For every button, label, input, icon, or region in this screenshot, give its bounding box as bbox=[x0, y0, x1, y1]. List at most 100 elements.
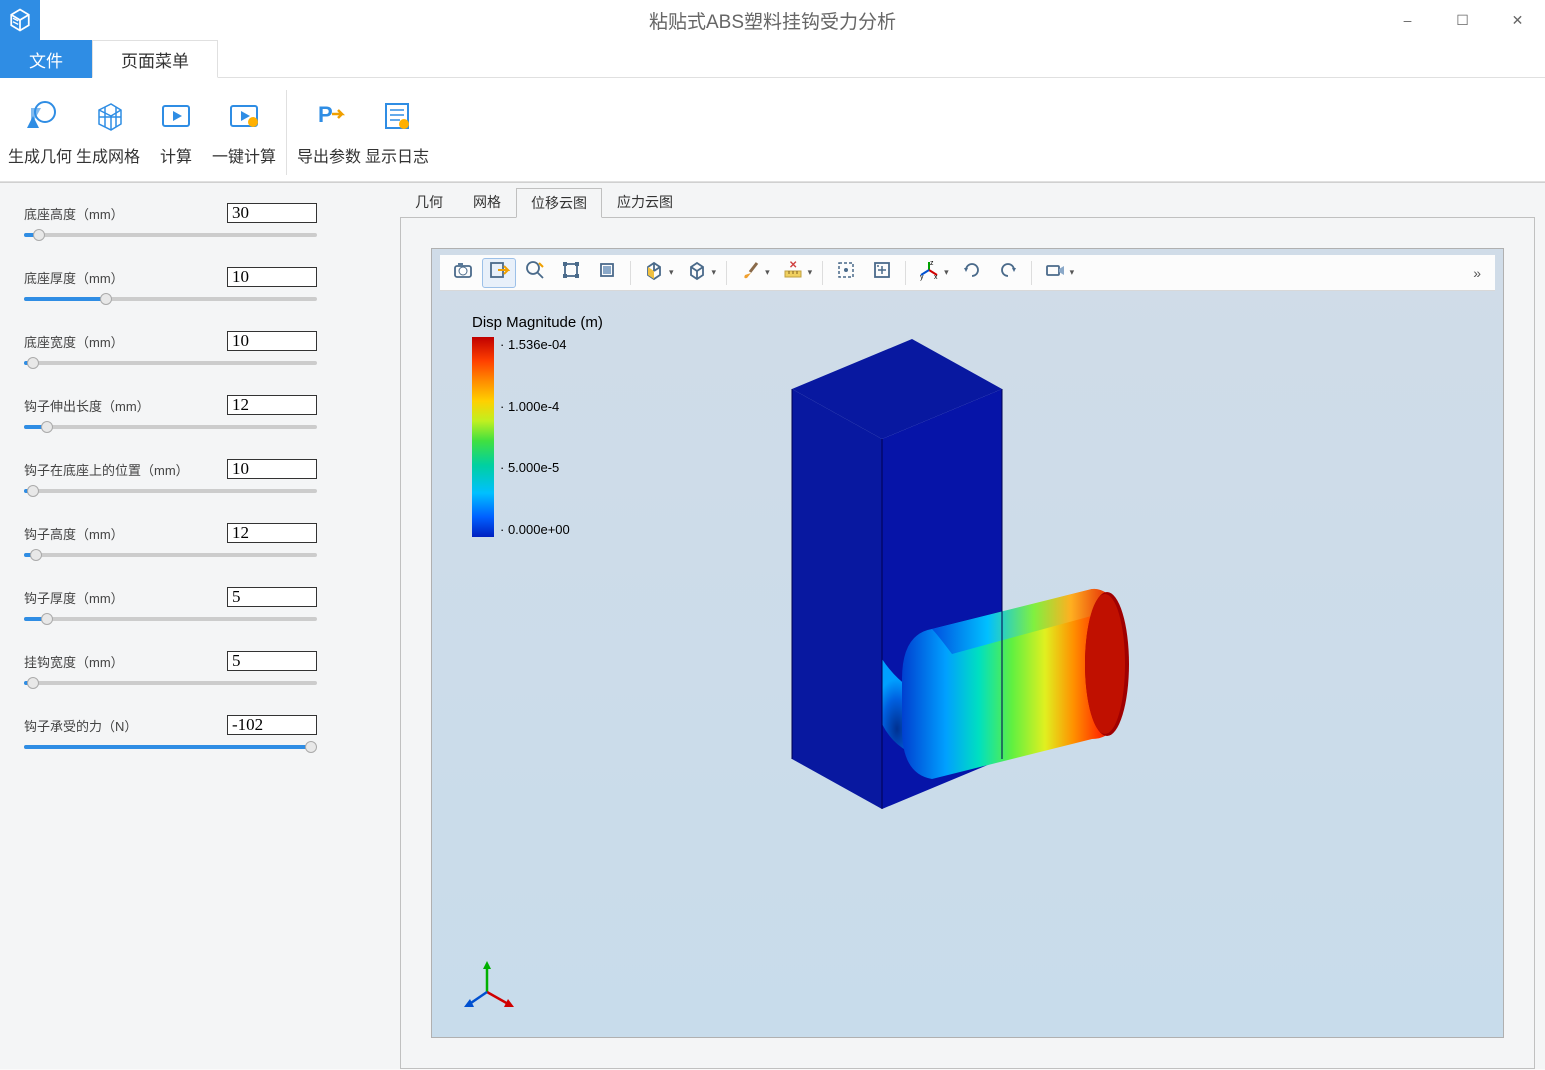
param-row-3: 钩子伸出长度（mm） bbox=[24, 395, 317, 433]
close-button[interactable]: ✕ bbox=[1490, 0, 1545, 40]
canvas-tool-select-dashed[interactable] bbox=[829, 258, 863, 288]
maximize-button[interactable]: ☐ bbox=[1435, 0, 1490, 40]
param-row-4: 钩子在底座上的位置（mm） bbox=[24, 459, 317, 497]
ribbon-geometry-button[interactable]: 生成几何 bbox=[6, 86, 74, 176]
canvas-tool-axes[interactable]: zx y bbox=[912, 258, 946, 288]
param-slider-2[interactable] bbox=[24, 355, 317, 369]
chevron-down-icon[interactable]: ▾ bbox=[712, 267, 721, 278]
svg-text:y: y bbox=[920, 274, 924, 281]
canvas-tool-camera[interactable] bbox=[446, 258, 480, 288]
canvas-tool-brush[interactable] bbox=[733, 258, 767, 288]
canvas-tool-rotate-cw[interactable] bbox=[955, 258, 989, 288]
param-label: 钩子高度（mm） bbox=[24, 524, 124, 543]
param-slider-6[interactable] bbox=[24, 611, 317, 625]
param-slider-0[interactable] bbox=[24, 227, 317, 241]
param-input-5[interactable] bbox=[227, 523, 317, 543]
param-input-1[interactable] bbox=[227, 267, 317, 287]
chevron-down-icon[interactable]: ▾ bbox=[808, 267, 817, 278]
canvas-tool-fit-extents[interactable] bbox=[865, 258, 899, 288]
select-dashed-icon bbox=[835, 259, 857, 286]
ribbon-log-button[interactable]: 显示日志 bbox=[363, 86, 431, 176]
view-tab-1[interactable]: 网格 bbox=[458, 187, 516, 217]
title-bar: 粘贴式ABS塑料挂钩受力分析 – ☐ ✕ bbox=[0, 0, 1545, 40]
param-slider-8[interactable] bbox=[24, 739, 317, 753]
chevron-down-icon[interactable]: ▾ bbox=[944, 267, 953, 278]
param-slider-5[interactable] bbox=[24, 547, 317, 561]
param-label: 钩子在底座上的位置（mm） bbox=[24, 460, 189, 479]
ribbon-export-button[interactable]: P 导出参数 bbox=[295, 86, 363, 176]
canvas-tool-export-arrow[interactable] bbox=[482, 258, 516, 288]
ribbon-label: 导出参数 bbox=[297, 143, 361, 167]
param-slider-4[interactable] bbox=[24, 483, 317, 497]
legend-tick: · 1.536e-04 bbox=[500, 337, 570, 352]
canvas-tool-zoom-wand[interactable] bbox=[518, 258, 552, 288]
canvas-tool-cube-wire[interactable] bbox=[680, 258, 714, 288]
canvas-tool-square[interactable] bbox=[590, 258, 624, 288]
param-label: 底座厚度（mm） bbox=[24, 268, 124, 287]
param-label: 钩子承受的力（N） bbox=[24, 716, 137, 735]
ribbon-mesh-button[interactable]: 生成网格 bbox=[74, 86, 142, 176]
ribbon-label: 计算 bbox=[160, 143, 192, 167]
canvas-tool-cube-front[interactable] bbox=[637, 258, 671, 288]
ruler-x-icon: ✕ bbox=[782, 259, 804, 286]
param-label: 钩子厚度（mm） bbox=[24, 588, 124, 607]
param-label: 底座高度（mm） bbox=[24, 204, 124, 223]
param-input-8[interactable] bbox=[227, 715, 317, 735]
param-slider-1[interactable] bbox=[24, 291, 317, 305]
param-input-4[interactable] bbox=[227, 459, 317, 479]
file-tab[interactable]: 文件 bbox=[0, 40, 92, 78]
param-input-0[interactable] bbox=[227, 203, 317, 223]
svg-text:P: P bbox=[318, 102, 333, 127]
param-label: 底座宽度（mm） bbox=[24, 332, 124, 351]
ribbon-toolbar: 生成几何生成网格计算一键计算 P 导出参数显示日志 bbox=[0, 77, 1545, 182]
canvas-tool-ruler-x[interactable]: ✕ bbox=[776, 258, 810, 288]
export-arrow-icon bbox=[488, 259, 510, 286]
param-input-2[interactable] bbox=[227, 331, 317, 351]
canvas-tool-video-camera[interactable] bbox=[1038, 258, 1072, 288]
export-icon: P bbox=[312, 95, 346, 135]
mesh-icon bbox=[91, 95, 125, 135]
param-input-3[interactable] bbox=[227, 395, 317, 415]
camera-icon bbox=[452, 259, 474, 286]
window-controls: – ☐ ✕ bbox=[1380, 0, 1545, 40]
legend-tick: · 5.000e-5 bbox=[500, 460, 570, 475]
svg-text:✕: ✕ bbox=[789, 260, 797, 271]
param-row-5: 钩子高度（mm） bbox=[24, 523, 317, 561]
cube-wire-icon bbox=[686, 259, 708, 286]
param-slider-7[interactable] bbox=[24, 675, 317, 689]
legend-tick: · 0.000e+00 bbox=[500, 522, 570, 537]
param-slider-3[interactable] bbox=[24, 419, 317, 433]
fea-model-view bbox=[692, 329, 1192, 889]
parameter-sidebar: 底座高度（mm） 底座厚度（mm） 底座宽度（mm） 钩子伸出长度（mm） bbox=[0, 189, 400, 1069]
canvas-tool-rotate-ccw[interactable] bbox=[991, 258, 1025, 288]
ribbon-compute-button[interactable]: 计算 bbox=[142, 86, 210, 176]
render-canvas[interactable]: ▾ ▾ ▾ ✕ ▾ zx y ▾ ▾ » Disp Magnitude (m) · 1.536e-… bbox=[431, 248, 1504, 1038]
ribbon-label: 生成网格 bbox=[76, 143, 140, 167]
svg-text:z: z bbox=[930, 260, 934, 267]
canvas-tool-box-handles[interactable] bbox=[554, 258, 588, 288]
ribbon-onekey-button[interactable]: 一键计算 bbox=[210, 86, 278, 176]
chevron-down-icon[interactable]: ▾ bbox=[765, 267, 774, 278]
rotate-ccw-icon bbox=[997, 259, 1019, 286]
chevron-down-icon[interactable]: ▾ bbox=[1070, 267, 1079, 278]
window-title: 粘贴式ABS塑料挂钩受力分析 bbox=[649, 7, 896, 34]
minimize-button[interactable]: – bbox=[1380, 0, 1435, 40]
svg-text:x: x bbox=[934, 274, 938, 281]
rotate-cw-icon bbox=[961, 259, 983, 286]
fit-extents-icon bbox=[871, 259, 893, 286]
zoom-wand-icon bbox=[524, 259, 546, 286]
legend-title: Disp Magnitude (m) bbox=[472, 314, 603, 331]
app-icon bbox=[0, 0, 40, 40]
canvas-toolbar: ▾ ▾ ▾ ✕ ▾ zx y ▾ ▾ » bbox=[440, 255, 1495, 291]
view-container: ▾ ▾ ▾ ✕ ▾ zx y ▾ ▾ » Disp Magnitude (m) · 1.536e-… bbox=[400, 217, 1535, 1069]
geometry-icon bbox=[23, 95, 57, 135]
view-tab-2[interactable]: 位移云图 bbox=[516, 188, 602, 218]
legend-gradient bbox=[472, 337, 494, 537]
chevron-down-icon[interactable]: ▾ bbox=[669, 267, 678, 278]
page-menu-tab[interactable]: 页面菜单 bbox=[92, 40, 218, 78]
toolbar-overflow-icon[interactable]: » bbox=[1465, 265, 1489, 281]
param-input-7[interactable] bbox=[227, 651, 317, 671]
view-tab-3[interactable]: 应力云图 bbox=[602, 187, 688, 217]
param-input-6[interactable] bbox=[227, 587, 317, 607]
view-tab-0[interactable]: 几何 bbox=[400, 187, 458, 217]
